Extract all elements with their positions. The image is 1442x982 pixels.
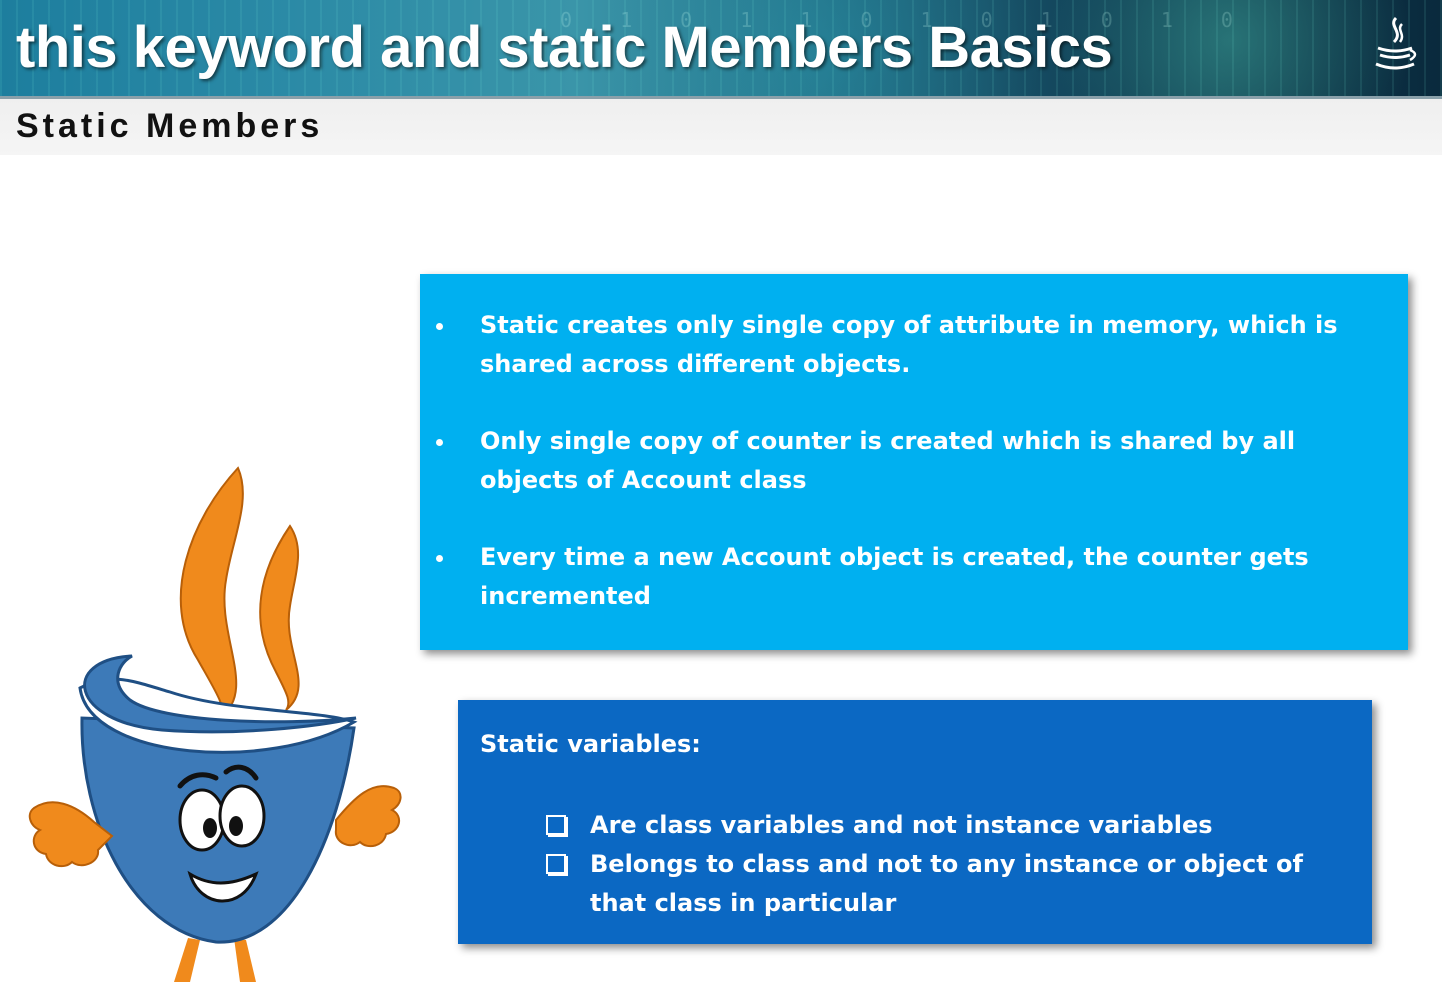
- static-variables-heading: Static variables:: [480, 730, 701, 758]
- slide-title: this keyword and static Members Basics: [16, 15, 1113, 80]
- info-item-text: Only single copy of counter is created w…: [480, 427, 1296, 494]
- section-title: Static Members: [16, 107, 324, 145]
- bullet-icon: [436, 323, 443, 330]
- info-item: Only single copy of counter is created w…: [420, 422, 1380, 500]
- info-item-text: Static creates only single copy of attri…: [480, 311, 1338, 378]
- static-variables-box: Static variables: Are class variables an…: [458, 700, 1372, 944]
- info-item: Every time a new Account object is creat…: [420, 538, 1380, 616]
- section-bar: Static Members: [0, 96, 1442, 155]
- static-variables-item: Are class variables and not instance var…: [546, 806, 1310, 845]
- coffee-cup-mascot: [28, 466, 402, 982]
- static-item-text: Belongs to class and not to any instance…: [590, 850, 1303, 917]
- checkbox-icon: [546, 815, 566, 835]
- static-variables-item: Belongs to class and not to any instance…: [546, 845, 1310, 923]
- header-banner: 0 1 0 1 1 0 1 0 1 0 1 0 this keyword and…: [0, 0, 1442, 96]
- info-box: Static creates only single copy of attri…: [420, 274, 1408, 650]
- java-logo-icon: [1375, 16, 1417, 70]
- bullet-icon: [436, 555, 443, 562]
- static-variables-list: Are class variables and not instance var…: [546, 806, 1310, 923]
- info-list: Static creates only single copy of attri…: [420, 306, 1380, 654]
- checkbox-icon: [546, 854, 566, 874]
- static-item-text: Are class variables and not instance var…: [590, 811, 1213, 839]
- info-item-text: Every time a new Account object is creat…: [480, 543, 1309, 610]
- bullet-icon: [436, 439, 443, 446]
- info-item: Static creates only single copy of attri…: [420, 306, 1380, 384]
